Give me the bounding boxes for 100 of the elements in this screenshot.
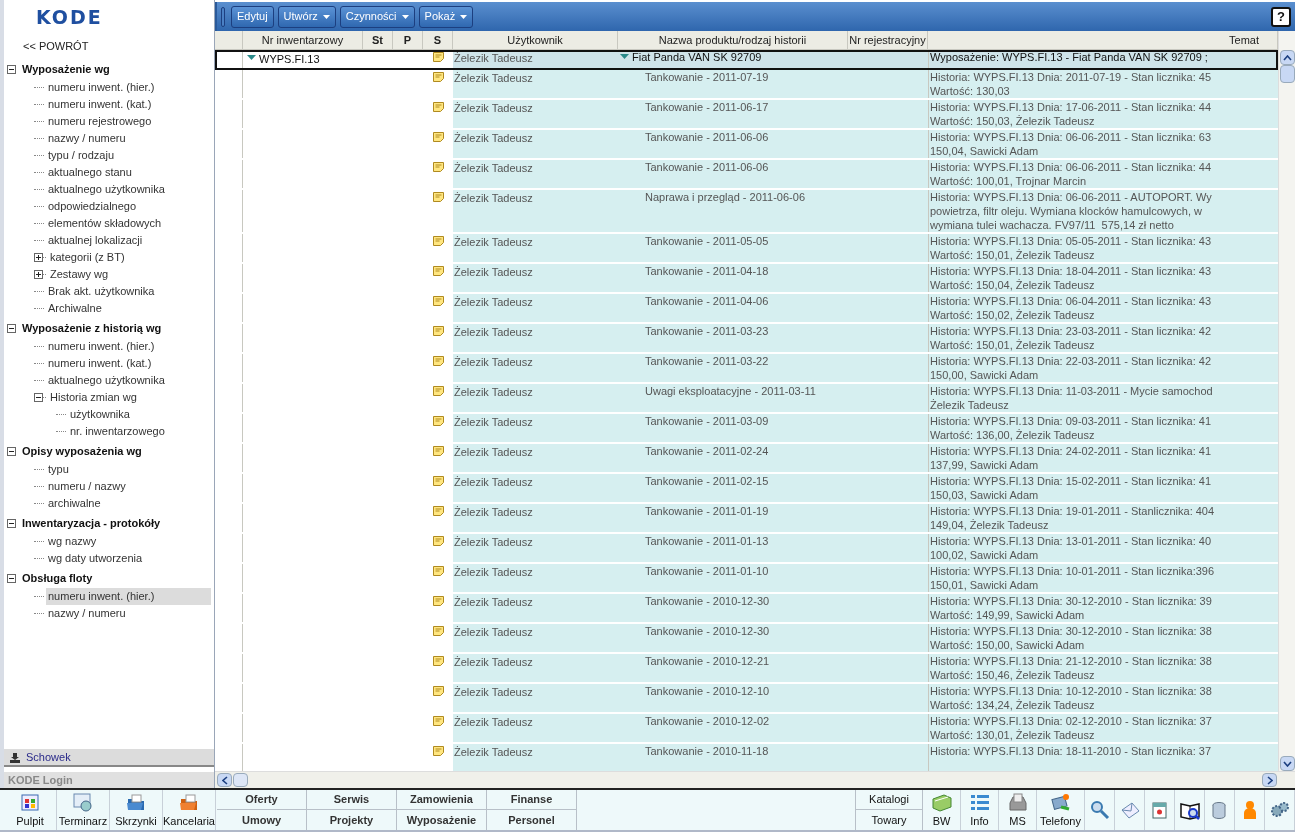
module-tab[interactable]: Finanse <box>487 790 576 810</box>
column-header[interactable]: Nr inwentarzowy <box>243 31 363 49</box>
note-icon[interactable] <box>432 131 444 142</box>
note-icon[interactable] <box>432 325 444 336</box>
note-icon[interactable] <box>432 715 444 726</box>
tree-item[interactable]: elementów składowych <box>46 215 164 232</box>
scroll-left-button[interactable] <box>217 773 232 787</box>
toolbar-button[interactable]: Pokaż <box>418 5 474 28</box>
note-icon[interactable] <box>432 685 444 696</box>
app-button[interactable]: MS <box>999 790 1037 830</box>
note-icon[interactable] <box>432 745 444 756</box>
collapse-icon[interactable] <box>7 518 16 528</box>
tree-item[interactable]: nazwy / numeru <box>46 130 128 147</box>
module-tab[interactable]: Personel <box>487 810 576 830</box>
app-button[interactable]: Telefony <box>1037 790 1085 830</box>
note-icon[interactable] <box>432 52 444 62</box>
column-header[interactable]: Nr rejestracyjny <box>848 31 928 49</box>
collapse-icon[interactable] <box>7 446 16 456</box>
tree-item[interactable]: aktualnej lokalizacji <box>46 232 145 249</box>
column-header[interactable]: P <box>393 31 423 49</box>
expand-icon[interactable] <box>34 270 43 279</box>
group-heading[interactable]: Opisy wyposażenia wg <box>22 442 142 460</box>
tree-item[interactable]: użytkownika <box>68 406 132 423</box>
group-heading[interactable]: Wyposażenie wg <box>22 60 110 78</box>
module-tab[interactable]: Projekty <box>307 810 396 830</box>
app-button[interactable]: Info <box>961 790 999 830</box>
note-icon[interactable] <box>432 265 444 276</box>
toolbar-button[interactable]: Edytuj <box>231 5 274 28</box>
app-button[interactable]: BW <box>923 790 961 830</box>
note-icon[interactable] <box>432 355 444 366</box>
note-icon[interactable] <box>432 71 444 82</box>
column-header[interactable]: Użytkownik <box>453 31 618 49</box>
scroll-up-button[interactable] <box>1279 50 1295 65</box>
expand-icon[interactable] <box>34 253 43 262</box>
note-icon[interactable] <box>432 235 444 246</box>
scroll-thumb[interactable] <box>1279 65 1295 83</box>
module-tab[interactable]: Katalogi <box>856 790 922 810</box>
toolbar-button[interactable]: Czynności <box>339 5 415 28</box>
tree-item[interactable]: Brak akt. użytkownika <box>46 283 157 300</box>
group-heading[interactable]: Wyposażenie z historią wg <box>22 319 162 337</box>
tree-item[interactable]: Historia zmian wg <box>48 389 139 406</box>
tree-item[interactable]: aktualnego użytkownika <box>46 181 167 198</box>
tree-item[interactable]: aktualnego stanu <box>46 164 134 181</box>
tree-item[interactable]: aktualnego użytkownika <box>46 372 167 389</box>
collapse-icon[interactable] <box>7 573 16 583</box>
app-button[interactable]: Pulpit <box>4 790 57 830</box>
module-tab[interactable]: Serwis <box>307 790 396 810</box>
note-icon[interactable] <box>432 385 444 396</box>
tree-item[interactable]: Archiwalne <box>46 300 104 317</box>
note-icon[interactable] <box>432 655 444 666</box>
app-button[interactable]: Skrzynki <box>110 790 163 830</box>
collapse-icon[interactable] <box>34 393 43 402</box>
tree-item[interactable]: nazwy / numeru <box>46 605 128 622</box>
module-tab[interactable]: Zamowienia <box>397 790 486 810</box>
note-icon[interactable] <box>432 191 444 202</box>
note-icon[interactable] <box>432 505 444 516</box>
group-heading[interactable]: Obsługa floty <box>22 569 93 587</box>
note-icon[interactable] <box>432 415 444 426</box>
tree-item[interactable]: numeru inwent. (hier.) <box>46 588 211 605</box>
note-icon[interactable] <box>432 161 444 172</box>
tree-item[interactable]: numeru rejestrowego <box>46 113 154 130</box>
toolbar-button[interactable]: Utwórz <box>277 5 336 28</box>
horizontal-scrollbar[interactable] <box>215 771 1295 788</box>
note-icon[interactable] <box>432 565 444 576</box>
tree-item[interactable]: numeru inwent. (hier.) <box>46 338 157 355</box>
tree-item[interactable]: typu / rodzaju <box>46 147 117 164</box>
collapse-icon[interactable] <box>7 64 16 74</box>
module-tab[interactable]: Wyposażenie <box>397 810 486 830</box>
note-icon[interactable] <box>432 295 444 306</box>
note-icon[interactable] <box>432 625 444 636</box>
tree-item[interactable]: typu <box>46 461 71 478</box>
note-icon[interactable] <box>432 475 444 486</box>
collapse-icon[interactable] <box>7 323 16 333</box>
tree-item[interactable]: wg nazwy <box>46 533 99 550</box>
back-link[interactable]: << POWRÓT <box>23 37 89 55</box>
column-header[interactable]: Nazwa produktu/rodzaj historii <box>618 31 848 49</box>
tree-item[interactable]: nr. inwentarzowego <box>68 423 167 440</box>
scroll-down-button[interactable] <box>1279 756 1295 771</box>
tree-item[interactable]: archiwalne <box>46 495 103 512</box>
note-icon[interactable] <box>432 595 444 606</box>
group-heading[interactable]: Inwentaryzacja - protokóły <box>22 514 161 532</box>
module-tab[interactable]: Umowy <box>217 810 306 830</box>
app-button[interactable]: Kancelaria <box>163 790 216 830</box>
tree-item[interactable]: numeru inwent. (kat.) <box>46 355 154 372</box>
tree-item[interactable]: kategorii (z BT) <box>48 249 127 266</box>
scroll-right-button[interactable] <box>1262 773 1277 787</box>
tree-item[interactable]: numeru inwent. (kat.) <box>46 96 154 113</box>
help-button[interactable]: ? <box>1271 6 1291 27</box>
column-header[interactable]: St <box>363 31 393 49</box>
tree-item[interactable]: wg daty utworzenia <box>46 550 145 567</box>
module-tab[interactable]: Towary <box>856 810 922 830</box>
column-header[interactable]: S <box>423 31 453 49</box>
tree-item[interactable]: numeru inwent. (hier.) <box>46 79 157 96</box>
tree-item[interactable]: Zestawy wg <box>48 266 111 283</box>
vertical-scrollbar[interactable] <box>1278 31 1295 771</box>
tree-item[interactable]: odpowiedzialnego <box>46 198 139 215</box>
note-icon[interactable] <box>432 535 444 546</box>
scroll-thumb[interactable] <box>233 773 248 787</box>
note-icon[interactable] <box>432 101 444 112</box>
module-tab[interactable]: Oferty <box>217 790 306 810</box>
